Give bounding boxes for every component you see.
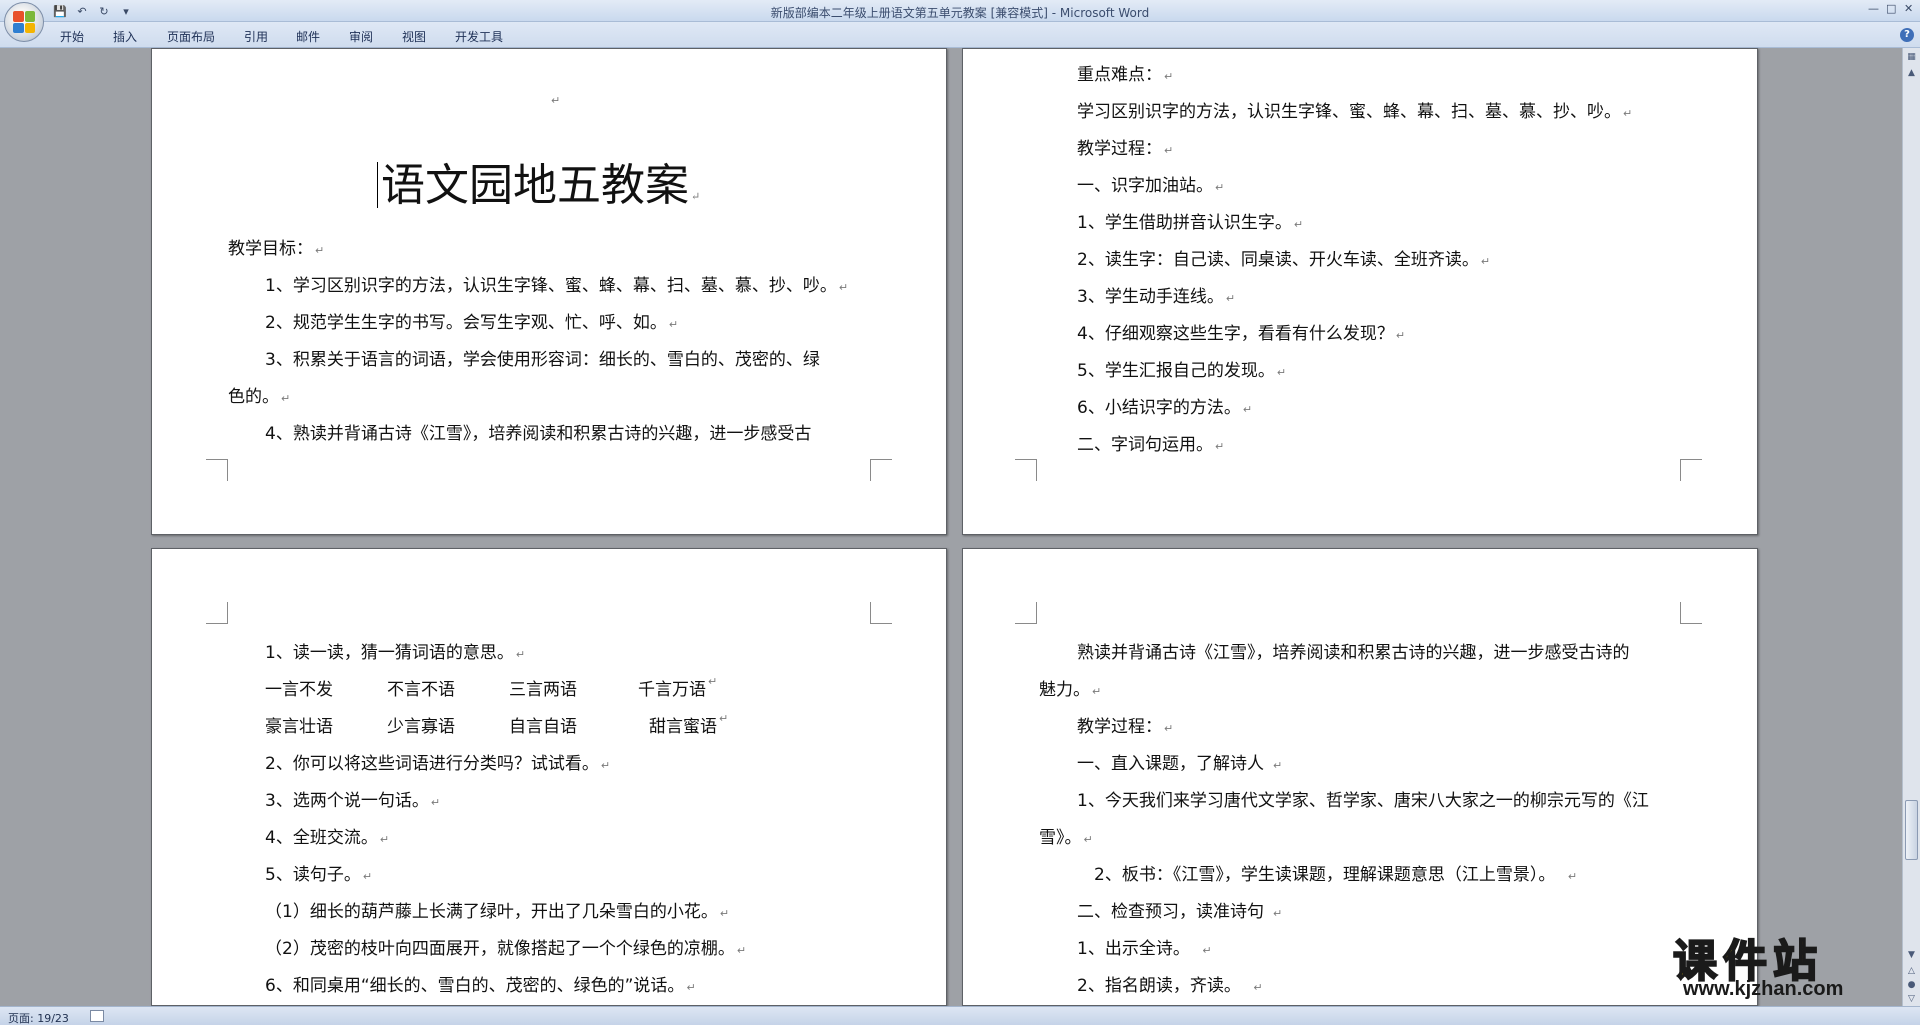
doc-line: 色的。 ↵	[228, 387, 291, 407]
crop-mark	[206, 459, 228, 481]
close-icon[interactable]: ✕	[1904, 2, 1913, 15]
browse-object-icon[interactable]: ●	[1905, 978, 1918, 992]
page-1[interactable]: ↵ 语文园地五教案 ↵ 教学目标： ↵ 1、学习区别识字的方法，认识生字锋、蜜、蜂、…	[151, 48, 947, 535]
page-2[interactable]: 重点难点： ↵ 学习区别识字的方法，认识生字锋、蜜、蜂、幕、扫、墓、慕、抄、吵。 ↵…	[962, 48, 1758, 535]
word-item: 千言万语	[638, 680, 706, 700]
prev-page-icon[interactable]: △	[1905, 964, 1918, 978]
ribbon-tabs: 开始 插入 页面布局 引用 邮件 审阅 视图 开发工具 ?	[0, 22, 1920, 48]
next-page-icon[interactable]: ▽	[1905, 992, 1918, 1006]
crop-mark	[206, 602, 228, 624]
page-3[interactable]: 1、读一读，猜一猜词语的意思。 ↵ 一言不发 不言不语 三言两语 千言万语 ↵ 豪…	[151, 548, 947, 1006]
doc-line: 教学过程：	[1077, 139, 1162, 159]
word-item: 三言两语	[509, 680, 577, 700]
scroll-thumb[interactable]	[1905, 800, 1918, 860]
doc-line: 1、学习区别识字的方法，认识生字锋、蜜、蜂、幕、扫、墓、慕、抄、吵。 ↵	[265, 276, 849, 296]
doc-line: 3、学生动手连线。	[1077, 287, 1224, 307]
tab-review[interactable]: 审阅	[349, 28, 373, 45]
tab-references[interactable]: 引用	[244, 28, 268, 45]
doc-line: 3、积累关于语言的词语，学会使用形容词：细长的、雪白的、茂密的、绿	[265, 350, 820, 370]
doc-line: 重点难点：	[1077, 65, 1162, 85]
doc-line: 5、学生汇报自己的发现。	[1077, 361, 1275, 381]
page-count[interactable]: 页面: 19/23	[8, 1010, 69, 1025]
doc-line: 1、学生借助拼音认识生字。	[1077, 213, 1292, 233]
word-item: 自言自语	[509, 717, 577, 737]
doc-line: 4、熟读并背诵古诗《江雪》，培养阅读和积累古诗的兴趣，进一步感受古	[265, 424, 812, 444]
word-item: 不言不语	[387, 680, 455, 700]
doc-line: 1、出示全诗。	[1077, 939, 1190, 959]
watermark-logo: 课件站 www.kjzhan.com	[1665, 925, 1905, 1005]
tab-page-layout[interactable]: 页面布局	[167, 28, 215, 45]
doc-line: 3、选两个说一句话。	[265, 791, 429, 811]
crop-mark	[870, 602, 892, 624]
crop-mark	[1015, 459, 1037, 481]
doc-line: 1、今天我们来学习唐代文学家、哲学家、唐宋八大家之一的柳宗元写的《江	[1077, 791, 1649, 811]
title-bar: 💾 ↶ ↻ ▾ 新版部编本二年级上册语文第五单元教案 [兼容模式] - Micr…	[0, 0, 1920, 22]
paragraph-mark: ↵	[551, 94, 561, 107]
crop-mark	[870, 459, 892, 481]
doc-line: 2、指名朗读，齐读。	[1077, 976, 1241, 996]
word-item: 一言不发	[265, 680, 333, 700]
word-item: 甜言蜜语	[649, 717, 717, 737]
doc-line: 2、板书：《江雪》，学生读课题，理解课题意思（江上雪景）。	[1094, 865, 1556, 885]
tab-view[interactable]: 视图	[402, 28, 426, 45]
scroll-down-icon[interactable]: ▼	[1905, 948, 1918, 962]
doc-line: 一、直入课题，了解诗人	[1077, 754, 1264, 774]
doc-line: 2、读生字：自己读、同桌读、开火车读、全班齐读。	[1077, 250, 1479, 270]
word-item: 豪言壮语	[265, 717, 333, 737]
maximize-icon[interactable]: □	[1886, 2, 1896, 15]
doc-line: 魅力。	[1039, 680, 1090, 700]
help-icon[interactable]: ?	[1900, 28, 1914, 42]
word-item: 少言寡语	[387, 717, 455, 737]
doc-line: 6、小结识字的方法。	[1077, 398, 1241, 418]
proofing-icon[interactable]	[90, 1010, 104, 1022]
ruler-toggle-icon[interactable]: ▦	[1905, 50, 1918, 64]
doc-line: 教学过程：	[1077, 717, 1162, 737]
doc-line: 学习区别识字的方法，认识生字锋、蜜、蜂、幕、扫、墓、慕、抄、吵。	[1077, 102, 1621, 122]
office-logo-icon	[13, 11, 35, 33]
doc-line: 1、读一读，猜一猜词语的意思。	[265, 643, 514, 663]
doc-line: 5、读句子。	[265, 865, 361, 885]
doc-line: 4、仔细观察这些生字，看看有什么发现？	[1077, 324, 1394, 344]
tab-home[interactable]: 开始	[60, 28, 84, 45]
tab-insert[interactable]: 插入	[113, 28, 137, 45]
doc-line: 2、规范学生生字的书写。会写生字观、忙、呼、如。 ↵	[265, 313, 679, 333]
status-bar: 页面: 19/23	[0, 1006, 1920, 1025]
doc-line: 雪》。	[1039, 828, 1082, 848]
crop-mark	[1680, 459, 1702, 481]
doc-line: 6、和同桌用“细长的、雪白的、茂密的、绿色的”说话。	[265, 976, 685, 996]
window-title: 新版部编本二年级上册语文第五单元教案 [兼容模式] - Microsoft Wo…	[770, 6, 1150, 20]
text-cursor	[377, 162, 378, 208]
doc-line: 4、全班交流。	[265, 828, 378, 848]
doc-line: （1）细长的葫芦藤上长满了绿叶，开出了几朵雪白的小花。	[265, 902, 718, 922]
page-4[interactable]: 熟读并背诵古诗《江雪》，培养阅读和积累古诗的兴趣，进一步感受古诗的 魅力。 ↵ 教…	[962, 548, 1758, 1006]
office-button[interactable]	[4, 2, 44, 42]
doc-line: 一、识字加油站。	[1077, 176, 1213, 196]
tab-developer[interactable]: 开发工具	[455, 28, 503, 45]
doc-line: （2）茂密的枝叶向四面展开，就像搭起了一个个绿色的凉棚。	[265, 939, 735, 959]
doc-line: 教学目标： ↵	[228, 239, 325, 259]
tab-mailings[interactable]: 邮件	[296, 28, 320, 45]
crop-mark	[1680, 602, 1702, 624]
scroll-up-icon[interactable]: ▲	[1905, 66, 1918, 80]
minimize-icon[interactable]: —	[1868, 2, 1879, 15]
vertical-scrollbar[interactable]: ▦ ▲ ▼ △ ● ▽	[1902, 48, 1920, 1006]
doc-line: 熟读并背诵古诗《江雪》，培养阅读和积累古诗的兴趣，进一步感受古诗的	[1077, 643, 1630, 663]
document-title: 语文园地五教案 ↵	[377, 149, 700, 213]
doc-line: 二、检查预习，读准诗句	[1077, 902, 1264, 922]
crop-mark	[1015, 602, 1037, 624]
doc-line: 二、字词句运用。	[1077, 435, 1213, 455]
watermark-url: www.kjzhan.com	[1683, 978, 1844, 1000]
doc-line: 2、你可以将这些词语进行分类吗？试试看。	[265, 754, 599, 774]
